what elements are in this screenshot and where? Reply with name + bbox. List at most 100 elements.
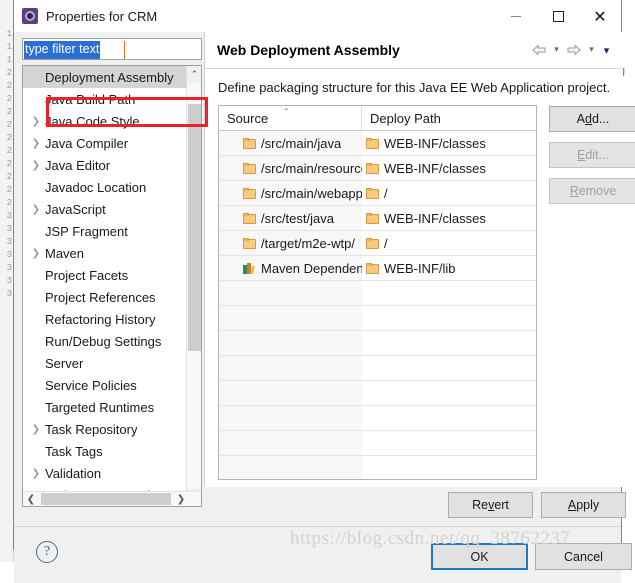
sidebar-item-java-build-path[interactable]: Java Build Path: [23, 88, 187, 110]
sidebar-item-label: JavaScript: [45, 201, 106, 217]
sidebar-item-targeted-runtimes[interactable]: Targeted Runtimes: [23, 396, 187, 418]
remove-button[interactable]: Remove: [549, 178, 635, 204]
filter-input-wrapper[interactable]: type filter text: [22, 38, 202, 60]
cancel-button[interactable]: Cancel: [535, 543, 632, 570]
chevron-right-icon[interactable]: ❯: [27, 116, 45, 127]
sidebar-item-label: Deployment Assembly: [45, 69, 174, 85]
table-row[interactable]: /src/main/java WEB-INF/classes: [219, 131, 536, 156]
table-row-empty[interactable]: [219, 306, 536, 331]
table-row[interactable]: /src/test/java WEB-INF/classes: [219, 206, 536, 231]
tree-vertical-scrollbar[interactable]: ⌃ ⌄: [186, 66, 201, 506]
table-row-empty[interactable]: [219, 381, 536, 406]
sidebar-item-web-page-editor[interactable]: Web Page Editor: [23, 506, 187, 507]
column-header-deploy-path[interactable]: Deploy Path: [362, 106, 536, 130]
table-row[interactable]: /src/main/resources WEB-INF/classes: [219, 156, 536, 181]
line-number: 1: [6, 55, 12, 65]
line-number: 2: [6, 81, 12, 91]
table-row[interactable]: /src/main/webapp /: [219, 181, 536, 206]
dialog-body: type filter text Deployment Assembly Java…: [14, 32, 635, 583]
folder-icon: [366, 137, 379, 149]
table-row[interactable]: Maven Dependencies WEB-INF/lib: [219, 256, 536, 281]
column-header-source[interactable]: Source ⌃: [219, 106, 362, 130]
view-menu-dropdown-icon[interactable]: ▾: [600, 42, 613, 58]
chevron-right-icon[interactable]: ❯: [27, 160, 45, 171]
chevron-right-icon[interactable]: ❯: [27, 468, 45, 479]
cell-source: [219, 356, 362, 380]
tree-horizontal-scrollbar[interactable]: ❮ ❯: [23, 491, 201, 506]
table-row-empty[interactable]: [219, 456, 536, 479]
table-row-empty[interactable]: [219, 431, 536, 456]
chevron-right-icon[interactable]: ❯: [27, 138, 45, 149]
close-icon[interactable]: ✕: [579, 0, 621, 32]
back-history-dropdown-icon[interactable]: ▾: [550, 42, 563, 58]
sidebar-item-run-debug-settings[interactable]: Run/Debug Settings: [23, 330, 187, 352]
edit-button-label: Edit...: [577, 148, 609, 162]
sidebar-item-service-policies[interactable]: Service Policies: [23, 374, 187, 396]
sidebar-item-javascript[interactable]: ❯ JavaScript: [23, 198, 187, 220]
scroll-right-icon[interactable]: ❯: [173, 492, 189, 506]
back-arrow-icon[interactable]: [530, 41, 548, 59]
edit-button[interactable]: Edit...: [549, 142, 635, 168]
table-row[interactable]: /target/m2e-wtp/ /: [219, 231, 536, 256]
sidebar-item-project-references[interactable]: Project References: [23, 286, 187, 308]
maximize-button[interactable]: [537, 0, 579, 32]
page-description: Define packaging structure for this Java…: [218, 80, 611, 95]
apply-button[interactable]: Apply: [541, 492, 626, 518]
forward-arrow-icon[interactable]: [565, 41, 583, 59]
vertical-scroll-thumb[interactable]: [188, 104, 201, 351]
column-header-source-label: Source: [227, 110, 269, 126]
table-row-empty[interactable]: [219, 356, 536, 381]
table-row-empty[interactable]: [219, 331, 536, 356]
sidebar-item-maven[interactable]: ❯ Maven: [23, 242, 187, 264]
line-number: 1: [6, 42, 12, 52]
cell-source: [219, 406, 362, 430]
settings-tree[interactable]: Deployment Assembly Java Build Path ❯ Java …: [22, 65, 202, 507]
dialog-footer: ? OK Cancel: [14, 526, 632, 583]
sidebar-item-java-compiler[interactable]: ❯ Java Compiler: [23, 132, 187, 154]
add-button[interactable]: Add...: [549, 106, 635, 132]
horizontal-scroll-thumb[interactable]: [41, 493, 171, 505]
sidebar-item-project-facets[interactable]: Project Facets: [23, 264, 187, 286]
table-row-empty[interactable]: [219, 406, 536, 431]
sidebar-item-server[interactable]: Server: [23, 352, 187, 374]
cell-deploy-path: [362, 381, 536, 405]
ok-button[interactable]: OK: [431, 543, 528, 570]
line-number: 1: [6, 29, 12, 39]
sidebar-item-javadoc-location[interactable]: Javadoc Location: [23, 176, 187, 198]
cell-deploy-path: WEB-INF/classes: [362, 131, 536, 155]
sidebar-item-task-repository[interactable]: ❯ Task Repository: [23, 418, 187, 440]
revert-button[interactable]: Revert: [448, 492, 533, 518]
filter-input[interactable]: type filter text: [24, 41, 101, 59]
chevron-right-icon[interactable]: ❯: [27, 248, 45, 259]
line-number: 3: [6, 250, 12, 260]
sidebar-item-java-code-style[interactable]: ❯ Java Code Style: [23, 110, 187, 132]
help-icon[interactable]: ?: [36, 541, 58, 563]
books-icon: [243, 262, 257, 275]
folder-icon: [243, 137, 256, 149]
sidebar-item-label: Validation: [45, 465, 102, 481]
deployment-assembly-table[interactable]: Source ⌃ Deploy Path /src/main/java WEB-I…: [218, 105, 537, 480]
table-row-empty[interactable]: [219, 281, 536, 306]
cell-deploy-path-label: /: [384, 235, 388, 251]
scroll-left-icon[interactable]: ❮: [23, 492, 39, 506]
forward-history-dropdown-icon[interactable]: ▾: [585, 42, 598, 58]
sidebar-item-java-editor[interactable]: ❯ Java Editor: [23, 154, 187, 176]
cell-source-label: /src/test/java: [261, 210, 334, 226]
sidebar-item-refactoring-history[interactable]: Refactoring History: [23, 308, 187, 330]
settings-tree-list: Deployment Assembly Java Build Path ❯ Java …: [23, 66, 187, 507]
chevron-right-icon[interactable]: ❯: [27, 424, 45, 435]
remove-button-label: Remove: [569, 184, 617, 198]
sidebar-item-label: Maven: [45, 245, 85, 261]
sidebar-item-deployment-assembly[interactable]: Deployment Assembly: [23, 66, 187, 88]
cell-source: /src/test/java: [219, 206, 362, 230]
minimize-button[interactable]: [495, 0, 537, 32]
sidebar-item-jsp-fragment[interactable]: JSP Fragment: [23, 220, 187, 242]
scroll-up-icon[interactable]: ⌃: [187, 66, 201, 83]
line-number: 3: [6, 224, 12, 234]
sidebar-item-task-tags[interactable]: Task Tags: [23, 440, 187, 462]
folder-icon: [243, 162, 256, 174]
chevron-right-icon[interactable]: ❯: [27, 204, 45, 215]
sidebar-item-validation[interactable]: ❯ Validation: [23, 462, 187, 484]
apply-button-label: Apply: [567, 498, 600, 512]
cell-deploy-path: [362, 456, 536, 479]
